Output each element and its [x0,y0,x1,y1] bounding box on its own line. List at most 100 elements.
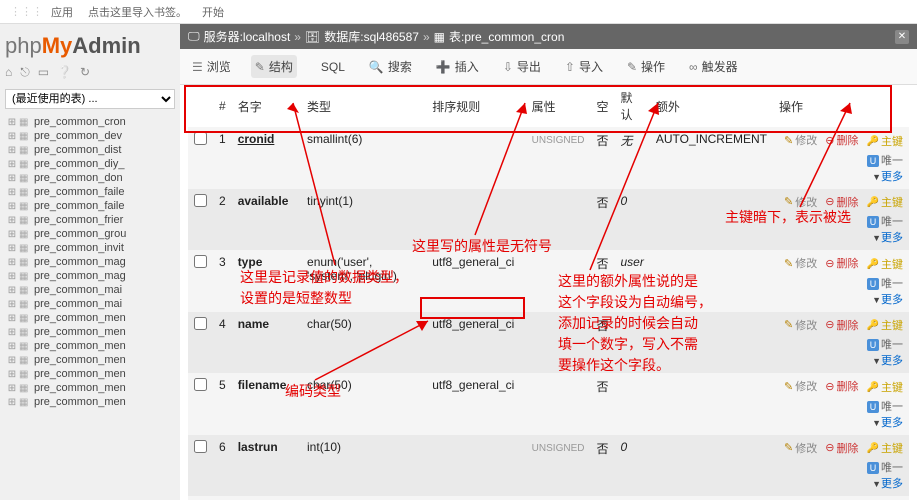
tree-item[interactable]: ⊞▦pre_common_mai [5,297,175,311]
tree-item[interactable]: ⊞▦pre_common_men [5,311,175,325]
tree-item[interactable]: ⊞▦pre_common_mai [5,283,175,297]
expand-icon[interactable]: ⊞ [5,117,19,128]
row-checkbox[interactable] [194,255,207,268]
expand-icon[interactable]: ⊞ [5,383,19,394]
row-checkbox[interactable] [194,440,207,453]
tab-导入[interactable]: ⇧导入 [561,55,607,78]
delete-link[interactable]: 删除 [825,317,858,333]
col-name[interactable]: available [238,194,289,208]
tree-item[interactable]: ⊞▦pre_common_faile [5,199,175,213]
tree-item[interactable]: ⊞▦pre_common_men [5,339,175,353]
expand-icon[interactable]: ⊞ [5,299,19,310]
apps-icon[interactable]: ⋮⋮⋮ [10,5,43,18]
more-link[interactable]: ▼更多 [870,294,903,306]
expand-icon[interactable]: ⊞ [5,173,19,184]
more-link[interactable]: ▼更多 [870,478,903,490]
server-name[interactable]: localhost [243,30,290,44]
row-checkbox[interactable] [194,194,207,207]
logout-icon[interactable]: ⎋ [20,65,30,80]
edit-link[interactable]: 修改 [784,378,817,394]
delete-link[interactable]: 删除 [825,378,858,394]
delete-link[interactable]: 删除 [825,132,858,148]
col-name[interactable]: name [238,317,269,331]
expand-icon[interactable]: ⊞ [5,215,19,226]
edit-link[interactable]: 修改 [784,194,817,210]
more-link[interactable]: ▼更多 [870,417,903,429]
unique-link[interactable]: U唯一 [867,462,903,474]
db-name[interactable]: sql486587 [364,30,419,44]
expand-icon[interactable]: ⊞ [5,327,19,338]
tab-浏览[interactable]: ☰浏览 [188,55,235,78]
delete-link[interactable]: 删除 [825,194,858,210]
tree-item[interactable]: ⊞▦pre_common_dist [5,143,175,157]
tree-item[interactable]: ⊞▦pre_common_men [5,353,175,367]
tab-SQL[interactable]: SQL [313,55,349,78]
recent-tables-select[interactable]: (最近使用的表) ... [5,89,175,109]
expand-icon[interactable]: ⊞ [5,397,19,408]
more-link[interactable]: ▼更多 [870,232,903,244]
tree-item[interactable]: ⊞▦pre_common_grou [5,227,175,241]
tree-item[interactable]: ⊞▦pre_common_diy_ [5,157,175,171]
tab-结构[interactable]: ✎结构 [251,55,297,78]
col-name[interactable]: type [238,255,263,269]
delete-link[interactable]: 删除 [825,440,858,456]
expand-icon[interactable]: ⊞ [5,369,19,380]
primary-link[interactable]: 主键 [867,256,903,272]
tree-item[interactable]: ⊞▦pre_common_men [5,325,175,339]
col-name[interactable]: lastrun [238,440,278,454]
docs-icon[interactable]: ❔ [57,65,72,80]
tab-插入[interactable]: ➕插入 [432,55,483,78]
unique-link[interactable]: U唯一 [867,401,903,413]
tree-item[interactable]: ⊞▦pre_common_men [5,395,175,409]
col-name[interactable]: filename [238,378,287,392]
primary-link[interactable]: 主键 [867,194,903,210]
tree-item[interactable]: ⊞▦pre_common_mag [5,269,175,283]
primary-link[interactable]: 主键 [867,440,903,456]
expand-icon[interactable]: ⊞ [5,201,19,212]
home-icon[interactable]: ⌂ [5,65,12,80]
import-hint[interactable]: 点击这里导入书签。 [88,4,187,20]
table-name[interactable]: pre_common_cron [464,30,564,44]
edit-link[interactable]: 修改 [784,255,817,271]
sql-icon[interactable]: ▭ [38,65,49,80]
expand-icon[interactable]: ⊞ [5,271,19,282]
tree-item[interactable]: ⊞▦pre_common_cron [5,115,175,129]
expand-icon[interactable]: ⊞ [5,187,19,198]
row-checkbox[interactable] [194,378,207,391]
primary-link[interactable]: 主键 [867,317,903,333]
more-link[interactable]: ▼更多 [870,171,903,183]
expand-icon[interactable]: ⊞ [5,341,19,352]
tree-item[interactable]: ⊞▦pre_common_don [5,171,175,185]
more-link[interactable]: ▼更多 [870,355,903,367]
expand-icon[interactable]: ⊞ [5,257,19,268]
unique-link[interactable]: U唯一 [867,278,903,290]
expand-icon[interactable]: ⊞ [5,229,19,240]
tree-item[interactable]: ⊞▦pre_common_faile [5,185,175,199]
primary-link[interactable]: 主键 [867,379,903,395]
row-checkbox[interactable] [194,317,207,330]
edit-link[interactable]: 修改 [784,132,817,148]
primary-link[interactable]: 主键 [867,133,903,149]
expand-icon[interactable]: ⊞ [5,131,19,142]
delete-link[interactable]: 删除 [825,255,858,271]
tree-item[interactable]: ⊞▦pre_common_men [5,381,175,395]
close-icon[interactable]: ✕ [895,30,909,44]
tab-导出[interactable]: ⇩导出 [499,55,545,78]
expand-icon[interactable]: ⊞ [5,159,19,170]
unique-link[interactable]: U唯一 [867,216,903,228]
start-bookmark[interactable]: 开始 [202,4,224,20]
tab-触发器[interactable]: ∞触发器 [685,55,742,78]
expand-icon[interactable]: ⊞ [5,145,19,156]
tab-搜索[interactable]: 🔍搜索 [365,55,416,78]
tree-item[interactable]: ⊞▦pre_common_mag [5,255,175,269]
apps-label[interactable]: 应用 [51,4,73,20]
col-name[interactable]: cronid [238,132,275,146]
tab-操作[interactable]: ✎操作 [623,55,669,78]
unique-link[interactable]: U唯一 [867,339,903,351]
tree-item[interactable]: ⊞▦pre_common_frier [5,213,175,227]
tree-item[interactable]: ⊞▦pre_common_invit [5,241,175,255]
unique-link[interactable]: U唯一 [867,155,903,167]
expand-icon[interactable]: ⊞ [5,243,19,254]
expand-icon[interactable]: ⊞ [5,313,19,324]
edit-link[interactable]: 修改 [784,440,817,456]
